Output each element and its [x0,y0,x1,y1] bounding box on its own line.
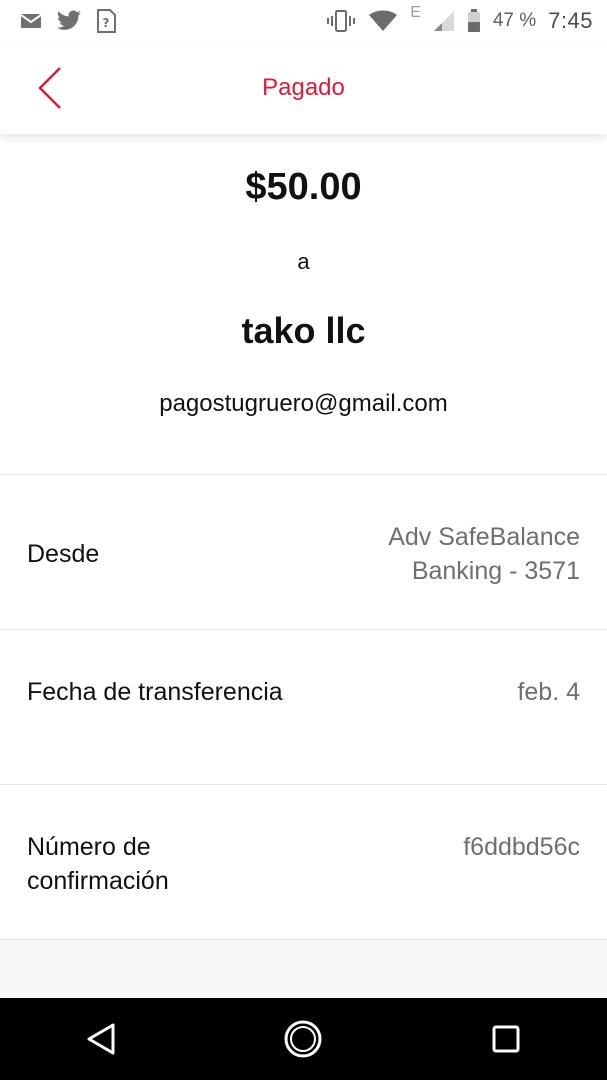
system-nav-bar [0,998,607,1080]
battery-icon [467,9,481,33]
payment-details: Desde Adv SafeBalance Banking - 3571 Fec… [0,474,607,940]
detail-row-confirmation: Número de confirmación f6ddbd56c [0,784,607,940]
confirmation-value: f6ddbd56c [463,833,580,861]
signal-icon [433,10,455,32]
battery-percent: 47 % [492,10,537,31]
twitter-icon [56,10,82,32]
to-label: a [297,249,310,274]
recents-square-icon [492,1025,520,1053]
confirmation-label: Número de confirmación [27,833,169,895]
nav-home-button[interactable] [273,1009,333,1069]
from-value: Adv SafeBalance Banking - 3571 [388,523,580,585]
payment-summary: $50.00 a tako llc pagostugruero@gmail.co… [0,134,607,474]
vibrate-icon [326,10,356,32]
page-title: Pagado [262,74,345,101]
recipient-email: pagostugruero@gmail.com [159,390,448,417]
mail-icon [20,12,42,30]
status-bar: ? E 47 % 7:45 [0,0,607,42]
from-label: Desde [27,540,100,568]
app-bar: Pagado [0,42,607,134]
back-triangle-icon [87,1023,115,1055]
status-system: E 47 % 7:45 [314,4,593,34]
nav-back-button[interactable] [71,1009,131,1069]
svg-text:?: ? [103,16,110,30]
network-type: E [410,4,421,21]
status-notifications: ? [20,9,130,33]
nav-recents-button[interactable] [476,1009,536,1069]
recipient-name: tako llc [241,310,366,351]
payment-amount: $50.00 [245,166,362,208]
detail-row-transfer-date: Fecha de transferencia feb. 4 [0,629,607,784]
sim-unknown-icon: ? [96,9,116,33]
home-circle-icon [284,1020,322,1058]
detail-row-from: Desde Adv SafeBalance Banking - 3571 [0,474,607,629]
transfer-date-value: feb. 4 [517,678,580,706]
wifi-icon [368,10,398,32]
transfer-date-label: Fecha de transferencia [27,678,283,706]
status-time: 7:45 [548,8,593,33]
